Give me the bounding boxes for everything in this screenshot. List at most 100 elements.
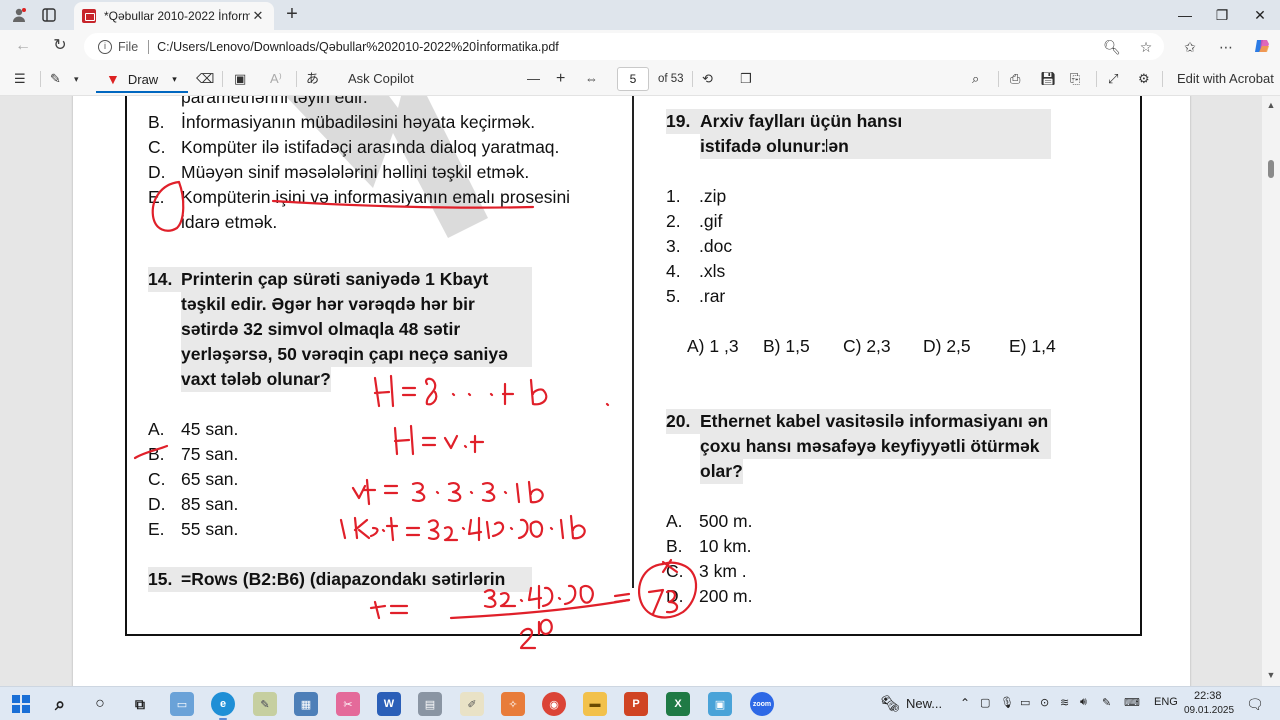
favorites-icon[interactable]: ✩ [1180, 37, 1200, 57]
ink-formula-line-4 [339, 514, 586, 542]
search-icon[interactable]: ⌕ [972, 70, 979, 88]
save-as-icon[interactable]: ⎘ [1070, 70, 1080, 88]
highlight-dropdown-icon[interactable]: ▾ [74, 70, 79, 88]
paint-app-icon[interactable]: ✎ [253, 692, 277, 716]
close-window-button[interactable]: ✕ [1245, 4, 1275, 26]
draw-button[interactable]: ▼ Draw ▾ [96, 67, 188, 93]
save-icon[interactable]: 💾︎ [1040, 70, 1057, 88]
ask-copilot-button[interactable]: Ask Copilot [348, 70, 414, 88]
vertical-scrollbar[interactable]: ▲ ▼ [1262, 96, 1280, 686]
wifi-icon[interactable]: ≋ [1060, 696, 1069, 709]
clock-date[interactable]: 09.01.2025 [1184, 705, 1234, 716]
ink-formula-line-1 [373, 374, 610, 408]
page-view-icon[interactable]: ❒ [740, 70, 752, 88]
rotate-icon[interactable]: ⟲ [702, 70, 713, 88]
location-icon[interactable]: ⊙ [1040, 696, 1049, 709]
microphone-icon[interactable]: 🎙︎ [1000, 696, 1014, 709]
task-view-icon[interactable]: ⧉ [128, 692, 152, 716]
fit-page-icon[interactable]: ⇔ [585, 70, 598, 88]
notepad-app-icon[interactable]: ✐ [460, 692, 484, 716]
eraser-icon[interactable]: ⌫ [196, 70, 214, 88]
network-app-icon[interactable]: ▦ [294, 692, 318, 716]
profile-icon[interactable] [8, 5, 30, 25]
word-app-icon[interactable]: W [377, 692, 401, 716]
tools-app-icon[interactable]: ✧ [501, 692, 525, 716]
keyboard-icon[interactable]: ⌨ [1124, 696, 1140, 709]
close-tab-icon[interactable]: ✕ [250, 8, 266, 24]
toolbar-separator [296, 71, 297, 87]
news-widget-label[interactable]: New... [906, 696, 942, 711]
news-widget-icon[interactable]: 🗞︎ [880, 694, 900, 714]
show-hidden-icons[interactable]: ⌃ [960, 696, 970, 710]
device-icon[interactable]: ▢ [980, 696, 990, 709]
scroll-thumb[interactable] [1268, 160, 1274, 178]
edge-browser-icon[interactable]: e [211, 692, 235, 720]
zoom-in-button[interactable]: + [556, 70, 565, 88]
page-total: of 53 [658, 73, 684, 85]
copilot-icon[interactable] [1252, 37, 1272, 57]
snipping-tool-icon[interactable]: ✂ [336, 692, 360, 716]
powerpoint-app-icon[interactable]: P [624, 692, 648, 716]
toolbar-separator [692, 71, 693, 87]
scroll-down-arrow-icon[interactable]: ▼ [1266, 670, 1276, 680]
settings-gear-icon[interactable]: ⚙ [1138, 70, 1150, 88]
highlight-icon[interactable]: ✎ [50, 70, 61, 88]
draw-dropdown-icon[interactable]: ▾ [172, 74, 177, 85]
more-options-icon[interactable]: ⋯ [1216, 37, 1236, 57]
pen-icon: ▼ [106, 71, 120, 87]
minimize-button[interactable]: — [1170, 4, 1200, 26]
contents-icon[interactable]: ☰ [14, 70, 26, 88]
pdf-viewer[interactable]: parametrlərini təyin edir. B. İnformasiya… [0, 96, 1280, 686]
start-button[interactable] [9, 692, 33, 716]
zoom-out-button[interactable]: — [527, 70, 540, 88]
excel-app-icon[interactable]: X [666, 692, 690, 716]
computer-app-icon[interactable]: ▭ [170, 692, 194, 716]
chrome-browser-icon[interactable]: ◉ [542, 692, 566, 716]
pdf-toolbar: ☰ ✎ ▾ ▼ Draw ▾ ⌫ ▣ A⁾ あ Ask Copilot — + … [0, 62, 1280, 96]
tab-actions-icon[interactable] [38, 5, 60, 25]
network-icon[interactable]: ▭ [1020, 696, 1030, 709]
draw-label: Draw [127, 71, 159, 87]
scroll-up-arrow-icon[interactable]: ▲ [1266, 100, 1276, 110]
clock-time[interactable]: 22:38 [1194, 690, 1222, 702]
ink-denominator [519, 618, 553, 650]
pen-icon[interactable]: ✎ [1102, 696, 1111, 709]
page-number-input[interactable]: 5 [617, 67, 649, 91]
toolbar-separator [40, 71, 41, 87]
url-separator [148, 39, 150, 54]
ink-annotations[interactable] [73, 96, 1190, 686]
text-box-icon[interactable]: ▣ [234, 70, 246, 88]
cortana-icon[interactable]: ○ [88, 692, 112, 716]
zoom-icon[interactable]: 🔍︎ [1102, 37, 1122, 57]
maximize-button[interactable]: ❐ [1207, 4, 1237, 26]
toolbar-separator [998, 71, 999, 87]
search-icon[interactable]: ⌕ [48, 692, 72, 716]
tab-pdf-document[interactable]: *Qəbullar 2010-2022 İnformatika ✕ [74, 2, 274, 30]
favorite-star-icon[interactable]: ☆ [1136, 37, 1156, 57]
language-indicator[interactable]: ENG [1154, 696, 1178, 708]
remote-desktop-icon[interactable]: ▣ [708, 692, 732, 716]
calculator-app-icon[interactable]: ▤ [418, 692, 442, 716]
refresh-button[interactable]: ↻ [49, 35, 71, 57]
address-bar: ← ↻ i File C:/Users/Lenovo/Downloads/Qəb… [0, 30, 1280, 62]
edit-with-acrobat-button[interactable]: Edit with Acrobat [1177, 70, 1274, 88]
ink-formula-line-2 [393, 424, 485, 456]
url-scheme-label: File [118, 39, 139, 54]
read-aloud-icon[interactable]: A⁾ [270, 70, 282, 88]
translate-icon[interactable]: あ [306, 70, 319, 88]
new-tab-button[interactable]: + [282, 4, 302, 24]
file-explorer-icon[interactable]: ▬ [583, 692, 607, 716]
url-field[interactable]: i File C:/Users/Lenovo/Downloads/Qəbulla… [84, 33, 1164, 60]
speaker-icon[interactable]: 🔊︎ [1080, 696, 1087, 709]
ink-numerator [483, 584, 594, 610]
tab-bar: *Qəbullar 2010-2022 İnformatika ✕ + — ❐ … [0, 0, 1280, 30]
windows-taskbar: ⌕ ○ ⧉ ▭ e ✎ ▦ ✂ W ▤ ✐ ✧ ◉ ▬ P X ▣ zoom 🗞… [0, 686, 1280, 720]
ink-formula-line-3 [351, 478, 544, 506]
notification-icon[interactable]: 🗨︎ [1246, 696, 1264, 713]
print-icon[interactable]: ⎙ [1010, 70, 1020, 88]
url-text: C:/Users/Lenovo/Downloads/Qəbullar%20201… [157, 39, 559, 54]
info-icon[interactable]: i [98, 39, 112, 54]
zoom-app-icon[interactable]: zoom [750, 692, 774, 716]
full-screen-icon[interactable]: ⤢ [1108, 70, 1118, 88]
back-button[interactable]: ← [12, 35, 34, 57]
